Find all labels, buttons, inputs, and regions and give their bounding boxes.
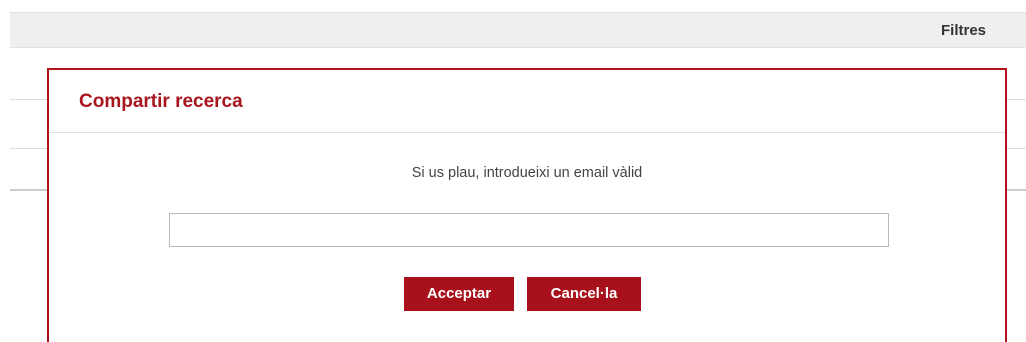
page: Filtres Compartir recerca Si us plau, in… — [0, 0, 1026, 342]
dialog-header: Compartir recerca — [49, 70, 1005, 133]
cancel-button[interactable]: Cancel·la — [527, 277, 641, 311]
filters-toggle[interactable]: Filtres — [941, 22, 986, 39]
dialog-message: Si us plau, introdueixi un email vàlid — [411, 165, 643, 181]
accept-button[interactable]: Acceptar — [404, 277, 514, 311]
dialog-title: Compartir recerca — [79, 91, 243, 112]
email-input[interactable] — [169, 213, 889, 247]
share-search-dialog: Compartir recerca Si us plau, introdueix… — [47, 68, 1007, 342]
filter-bar: Filtres — [10, 12, 1026, 48]
